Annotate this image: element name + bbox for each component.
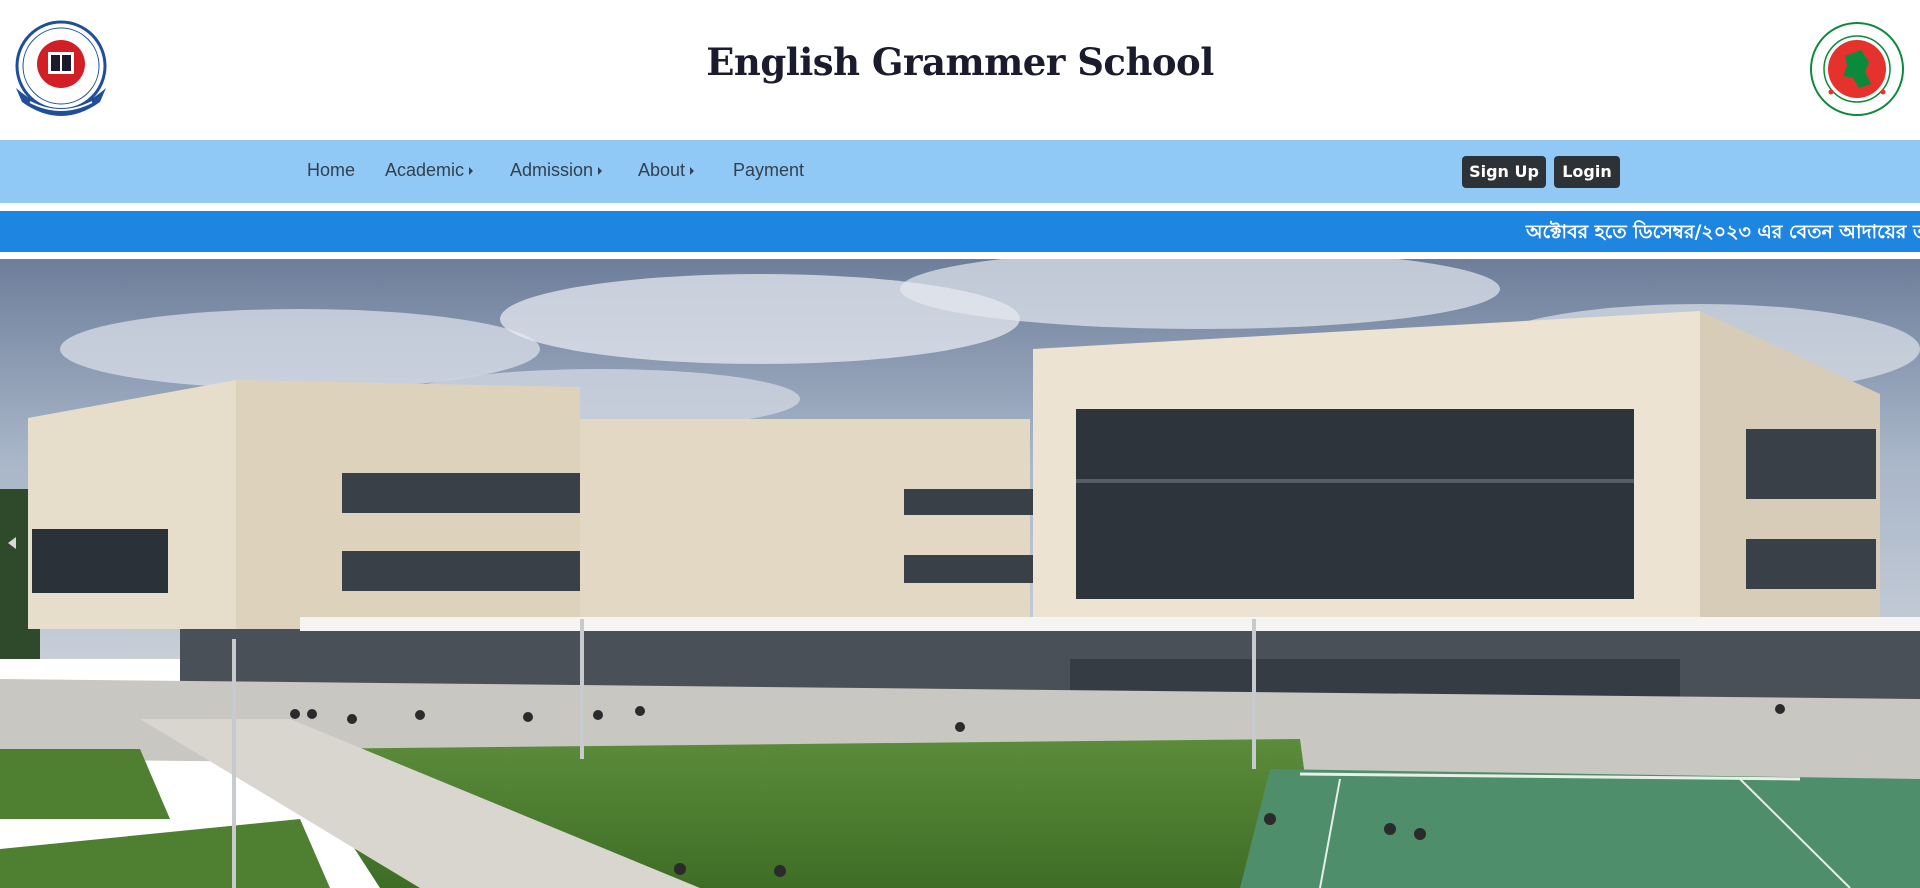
- main-navbar: Home Academic Admission About Payment Si…: [0, 140, 1920, 203]
- nav-academic[interactable]: Academic: [385, 160, 474, 181]
- school-campus-building-photo: [0, 259, 1920, 888]
- nav-admission[interactable]: Admission: [510, 160, 603, 181]
- nav-admission-label: Admission: [510, 160, 594, 180]
- nav-academic-label: Academic: [385, 160, 465, 180]
- caret-right-icon: [469, 167, 474, 175]
- signup-button[interactable]: Sign Up: [1462, 156, 1546, 188]
- nav-about-label: About: [638, 160, 686, 180]
- login-button[interactable]: Login: [1554, 156, 1620, 188]
- site-title: English Grammer School: [706, 40, 1214, 84]
- nav-about[interactable]: About: [638, 160, 695, 181]
- nav-payment[interactable]: Payment: [733, 160, 804, 181]
- nav-home[interactable]: Home: [307, 160, 355, 181]
- bangladesh-government-seal-icon[interactable]: [1809, 20, 1905, 118]
- nav-payment-label: Payment: [733, 160, 805, 180]
- nav-home-label: Home: [307, 160, 356, 180]
- caret-right-icon: [598, 167, 603, 175]
- hero-banner: [0, 259, 1920, 888]
- caret-right-icon: [690, 167, 695, 175]
- ticker-text[interactable]: অক্টোবর হতে ডিসেম্বর/২০২৩ এর বেতন আদায়ে…: [1526, 218, 1920, 250]
- site-header: English Grammer School: [0, 0, 1920, 140]
- notice-ticker: অক্টোবর হতে ডিসেম্বর/২০২৩ এর বেতন আদায়ে…: [0, 211, 1920, 252]
